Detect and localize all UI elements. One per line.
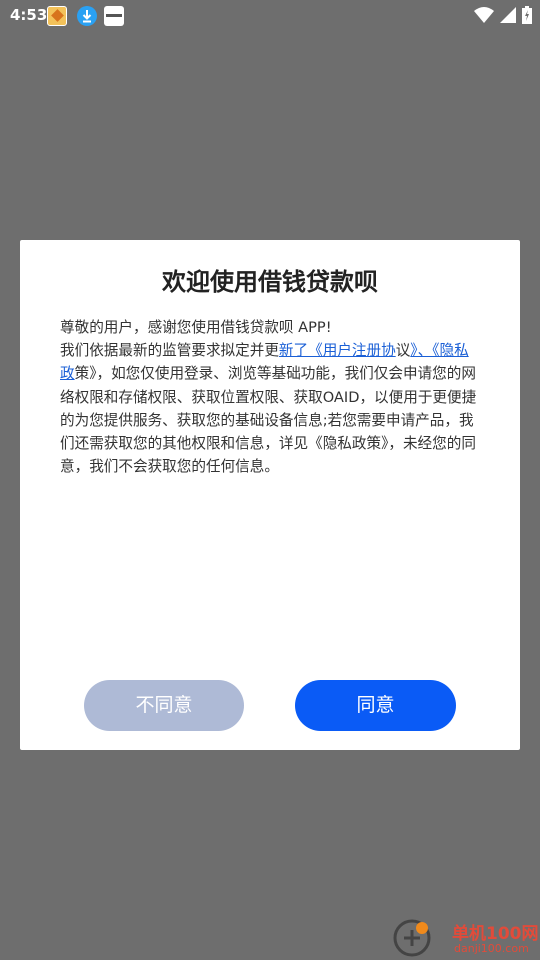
body-prefix: 我们依据最新的监管要求拟定并更 <box>60 342 279 360</box>
app-notification-icon <box>47 6 67 26</box>
battery-icon <box>522 6 532 24</box>
signal-icon <box>500 7 516 23</box>
dialog-line-1: 尊敬的用户，感谢您使用借钱贷款呗 APP! <box>60 319 332 336</box>
agree-button[interactable]: 同意 <box>295 680 456 731</box>
user-agreement-link[interactable]: 新了《用户注册协 <box>279 342 396 359</box>
dialog-paragraph: 我们依据最新的监管要求拟定并更新了《用户注册协议》、《隐私政策》，如您仅使用登录… <box>60 339 482 478</box>
dialog-title: 欢迎使用借钱贷款呗 <box>162 268 378 296</box>
status-time: 4:53 <box>10 6 48 24</box>
body-mid: 议 <box>395 342 411 360</box>
notification-icon <box>104 6 124 26</box>
disagree-button[interactable]: 不同意 <box>84 680 244 731</box>
dialog-body: 尊敬的用户，感谢您使用借钱贷款呗 APP! 我们依据最新的监管要求拟定并更新了《… <box>60 316 482 478</box>
status-bar: 4:53 <box>0 0 540 32</box>
watermark-subtitle: danji100.com <box>454 942 529 955</box>
watermark-logo-icon <box>393 919 431 957</box>
download-icon <box>77 6 97 26</box>
body-suffix: 策》，如您仅使用登录、浏览等基础功能，我们仅会申请您的网络权限和存储权限、获取位… <box>60 365 477 476</box>
wifi-icon <box>474 7 494 23</box>
watermark: 单机100网 danji100.com <box>392 915 540 960</box>
watermark-title: 单机100网 <box>452 924 539 944</box>
system-icons <box>474 6 532 24</box>
